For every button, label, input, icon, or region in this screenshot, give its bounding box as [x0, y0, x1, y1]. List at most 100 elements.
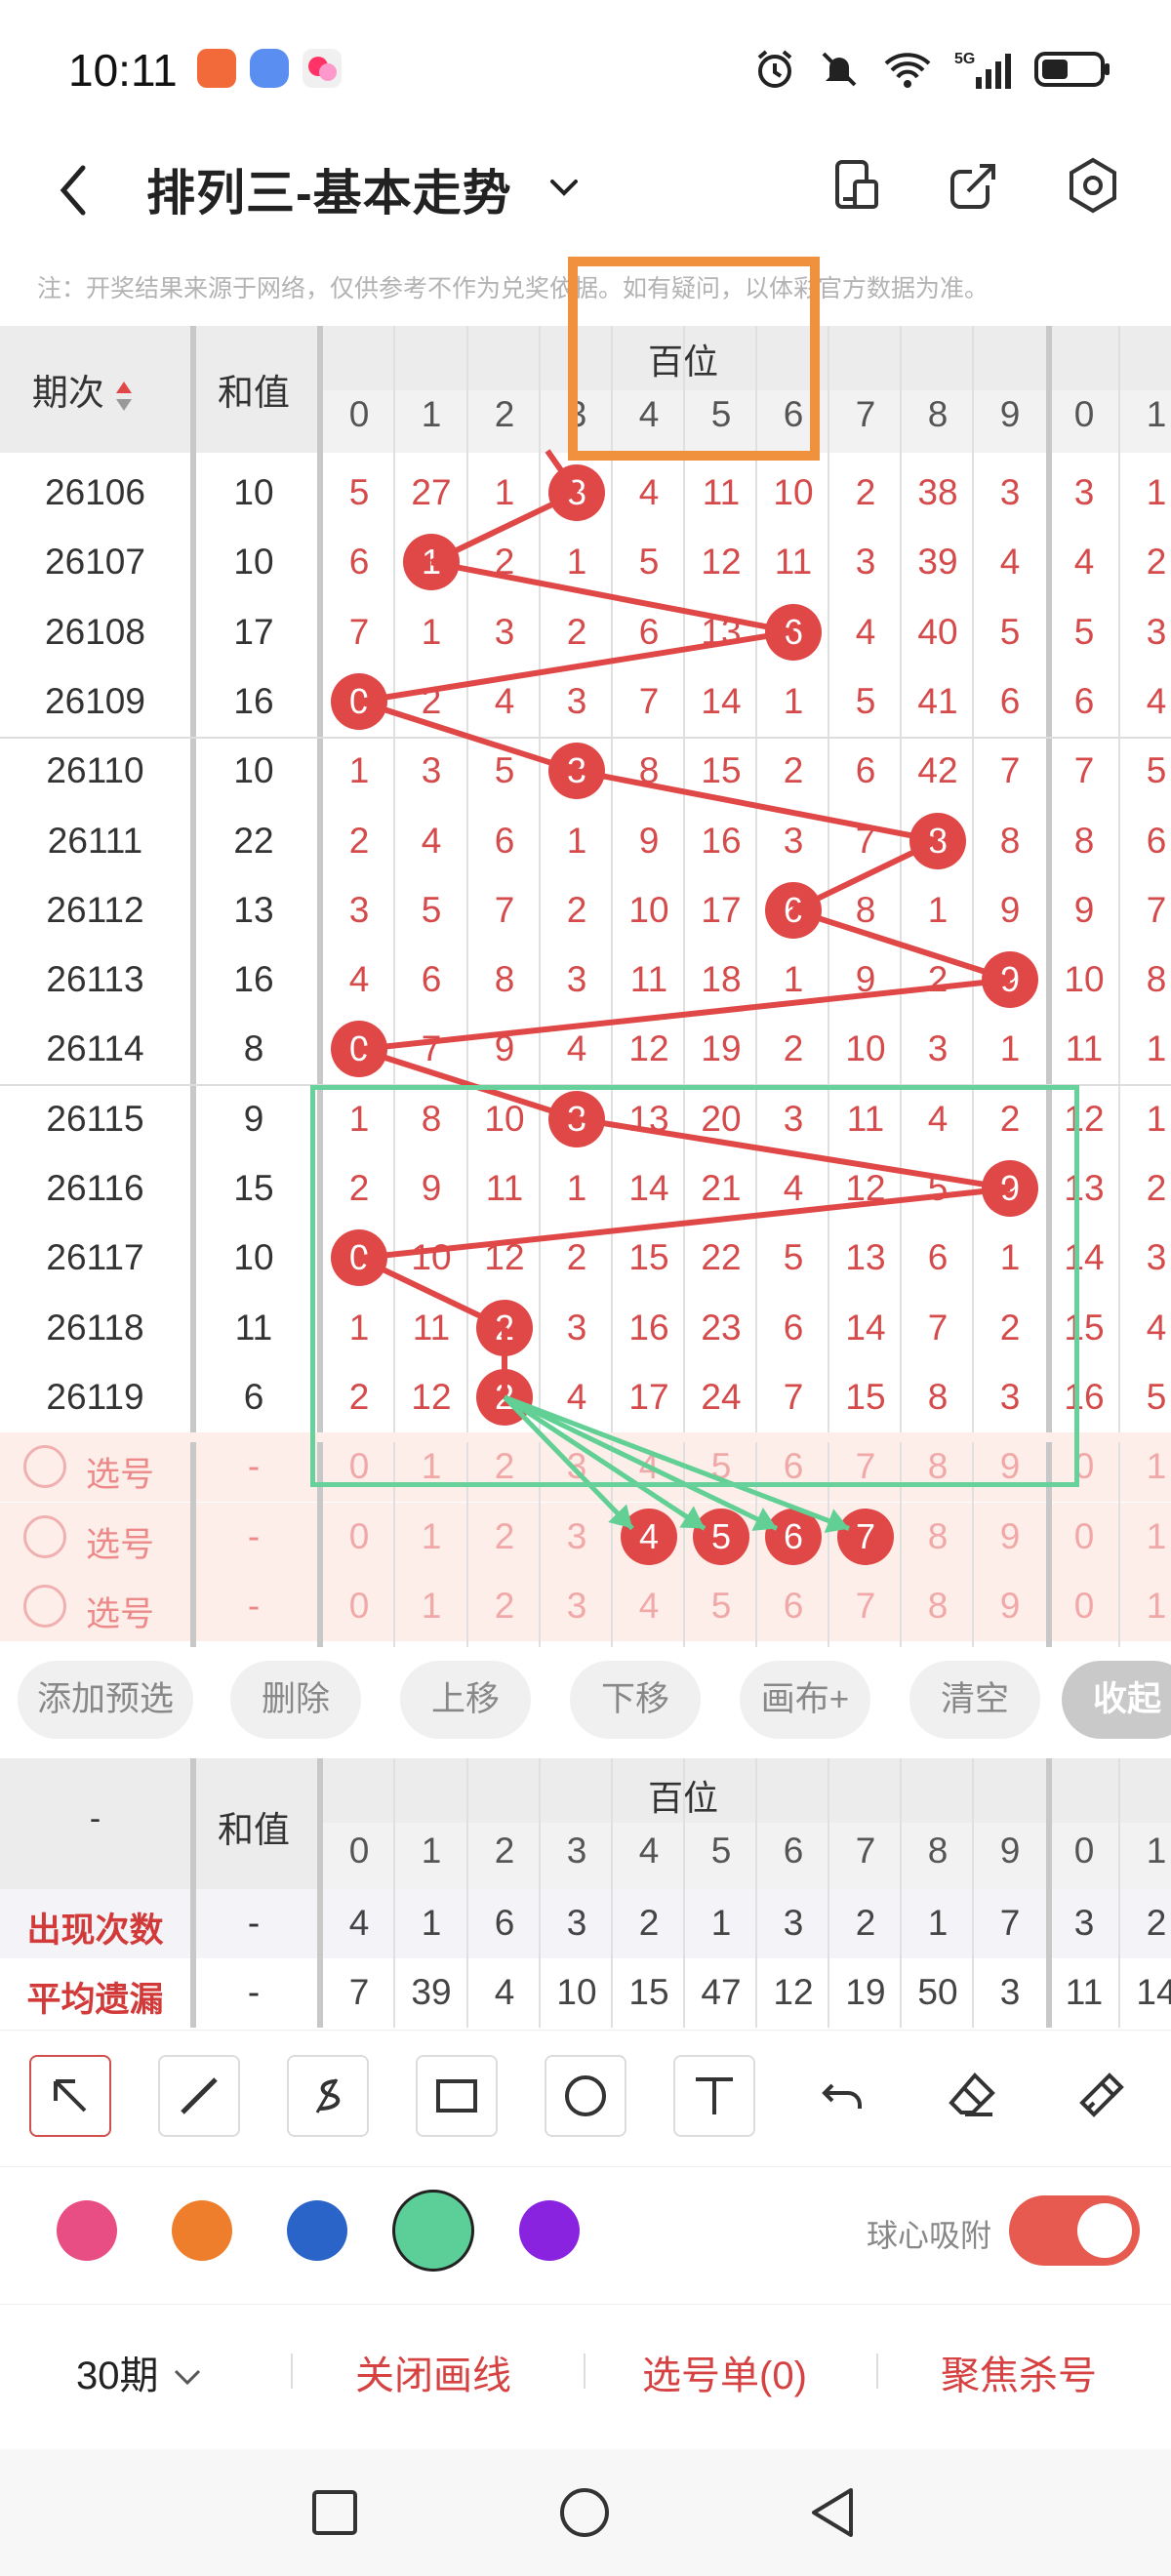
selected-pick-ball[interactable]: 7	[837, 1508, 894, 1565]
pick-digit[interactable]: 1	[1120, 1586, 1171, 1627]
move-up-button[interactable]: 上移	[400, 1661, 531, 1739]
pick-digit[interactable]: 1	[395, 1516, 467, 1557]
pick-digit[interactable]: 0	[323, 1586, 395, 1627]
clear-brush-tool[interactable]	[1060, 2055, 1142, 2137]
color-purple[interactable]	[519, 2200, 580, 2261]
pick-digit[interactable]: 9	[974, 1516, 1046, 1557]
table-row[interactable]: 26106 10 5 27 1 4 11 10 2 38 3 3 1 3	[0, 459, 1171, 528]
miss-count-cell: 4	[421, 820, 442, 861]
text-tool[interactable]	[673, 2055, 755, 2137]
digit-col-header: 8	[927, 394, 949, 434]
table-row[interactable]: 26113 16 4 6 8 3 11 18 1 9 2 10 8 9	[0, 946, 1171, 1015]
circle-tool[interactable]	[545, 2055, 626, 2137]
drawn-number-ball[interactable]: 3	[548, 464, 605, 521]
delete-button[interactable]: 删除	[230, 1661, 361, 1739]
settings-icon[interactable]	[1064, 156, 1122, 215]
share-icon[interactable]	[945, 156, 1003, 215]
miss-count-cell: 2	[566, 889, 587, 930]
line-tool[interactable]	[158, 2055, 240, 2137]
pick-digit[interactable]: 8	[902, 1586, 974, 1627]
undo-icon	[822, 2083, 862, 2109]
drawn-number-ball[interactable]: 9	[982, 951, 1038, 1009]
drawn-number-ball[interactable]: 8	[909, 812, 966, 869]
move-down-button[interactable]: 下移	[570, 1661, 701, 1739]
chevron-down-icon[interactable]	[546, 174, 582, 203]
snap-toggle[interactable]	[1009, 2195, 1140, 2266]
pick-digit[interactable]: 6	[757, 1586, 829, 1627]
pick-digit[interactable]: 2	[468, 1586, 541, 1627]
clear-button[interactable]: 清空	[909, 1661, 1040, 1739]
pick-digit[interactable]: 8	[902, 1516, 974, 1557]
undo-tool[interactable]	[802, 2055, 884, 2137]
selected-pick-ball[interactable]: 5	[693, 1508, 749, 1565]
miss-count-cell: 9	[999, 889, 1021, 930]
collapse-button[interactable]: 收起	[1062, 1661, 1171, 1739]
table-row[interactable]: 26114 8 7 9 4 12 19 2 10 3 1 11 1 0	[0, 1015, 1171, 1087]
drawn-number-ball[interactable]: 6	[765, 881, 822, 939]
pick-radio[interactable]	[23, 1445, 66, 1489]
drawn-number-ball[interactable]: 0	[331, 1021, 387, 1078]
page-title[interactable]: 排列三-基本走势	[146, 154, 512, 224]
pick-row[interactable]: 选号 -0 1 2 3 4 5 6 7 8 9 0 1	[0, 1571, 1171, 1641]
selected-pick-ball[interactable]: 6	[765, 1508, 822, 1565]
pick-radio[interactable]	[23, 1584, 66, 1628]
periods-selector[interactable]: 30期	[76, 2344, 205, 2400]
drawn-number-ball[interactable]: 1	[403, 534, 460, 591]
pick-digit[interactable]: 5	[685, 1586, 757, 1627]
chevron-down-icon	[174, 2370, 200, 2386]
close-drawing-button[interactable]: 关闭画线	[355, 2344, 511, 2400]
pick-label: 选号	[86, 1594, 155, 1633]
home-icon[interactable]	[558, 2486, 611, 2539]
pick-digit[interactable]: 0	[1048, 1586, 1120, 1627]
arrow-tool[interactable]	[29, 2055, 111, 2137]
pick-row[interactable]: 选号 -0 1 2 3 4 5 6 7 8 9 0 1	[0, 1502, 1171, 1572]
table-row[interactable]: 26112 13 3 5 7 2 10 17 8 1 9 9 7 6	[0, 876, 1171, 946]
pick-digit[interactable]: 0	[323, 1516, 395, 1557]
drawn-number-ball[interactable]: 6	[765, 603, 822, 661]
pick-digit[interactable]: 1	[1120, 1516, 1171, 1557]
color-blue[interactable]	[287, 2200, 347, 2261]
back-nav-icon[interactable]	[808, 2486, 857, 2539]
rect-tool[interactable]	[416, 2055, 498, 2137]
color-orange[interactable]	[172, 2200, 232, 2261]
freehand-tool[interactable]	[287, 2055, 369, 2137]
miss-count-cell: 5	[494, 750, 515, 791]
pick-digit[interactable]: 1	[1120, 1446, 1171, 1487]
status-bar: 10:11 5G	[0, 0, 1171, 137]
pick-list-button[interactable]: 选号单(0)	[642, 2344, 807, 2400]
line-icon	[181, 2077, 218, 2114]
canvas-plus-button[interactable]: 画布+	[740, 1661, 870, 1739]
pick-digit[interactable]: 0	[1048, 1516, 1120, 1557]
pick-digit[interactable]: 9	[974, 1586, 1046, 1627]
eraser-tool[interactable]	[931, 2055, 1013, 2137]
miss-count-cell: 7	[638, 680, 660, 721]
table-row[interactable]: 26110 10 1 3 5 8 15 2 6 42 7 7 5 3	[0, 737, 1171, 806]
recent-apps-icon[interactable]	[310, 2488, 359, 2537]
table-row[interactable]: 26109 16 2 4 3 7 14 1 5 41 6 6 4 0	[0, 667, 1171, 739]
pick-digit[interactable]: 7	[829, 1586, 902, 1627]
color-pink[interactable]	[57, 2200, 117, 2261]
add-preselect-button[interactable]: 添加预选	[18, 1661, 193, 1739]
miss-count-cell: 5	[1073, 611, 1095, 652]
focus-kill-button[interactable]: 聚焦杀号	[941, 2344, 1097, 2400]
color-green-selected[interactable]	[392, 2190, 474, 2272]
stats-digit-header: 0	[1073, 1831, 1095, 1871]
period-header[interactable]: 期次	[0, 363, 166, 416]
miss-count-cell: 4	[855, 611, 876, 652]
pick-digit[interactable]: 1	[395, 1586, 467, 1627]
pick-digit[interactable]: 4	[613, 1586, 685, 1627]
drawn-number-ball[interactable]: 0	[331, 672, 387, 730]
table-row[interactable]: 26107 10 6 2 1 5 12 11 3 39 4 4 2 1	[0, 528, 1171, 597]
pick-radio[interactable]	[23, 1514, 66, 1558]
pick-digit[interactable]: 3	[541, 1516, 613, 1557]
pick-digit[interactable]: 2	[468, 1516, 541, 1557]
table-row[interactable]: 26108 17 7 1 3 2 6 13 4 40 5 5 3 6	[0, 598, 1171, 667]
selected-pick-ball[interactable]: 4	[621, 1508, 677, 1565]
table-row[interactable]: 26111 22 2 4 6 1 9 16 3 7 8 8 6 8	[0, 807, 1171, 876]
pick-digit[interactable]: 3	[541, 1586, 613, 1627]
drawn-number-ball[interactable]: 3	[548, 743, 605, 800]
back-icon[interactable]	[54, 156, 93, 224]
sort-icon[interactable]	[114, 376, 134, 415]
miss-count-cell: 4	[1146, 1307, 1167, 1348]
phone-layout-icon[interactable]	[828, 156, 886, 215]
